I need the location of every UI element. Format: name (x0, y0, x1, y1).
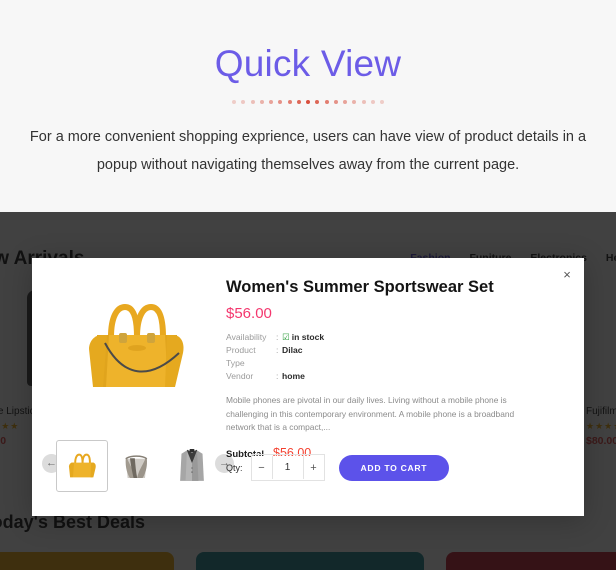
availability-text: in stock (291, 332, 325, 342)
quantity-stepper[interactable]: − + (250, 454, 325, 481)
divider-dot (315, 99, 320, 104)
divider-dot (287, 99, 292, 104)
thumbnail-yellow-handbag[interactable] (56, 440, 108, 492)
thumbnail-grey-tote-bag[interactable] (110, 440, 162, 492)
divider-dot (333, 99, 338, 104)
purchase-controls: Qty: − + ADD TO CART (226, 454, 450, 481)
quick-view-modal: × ← → Women's Summer Sportswear Set $56.… (32, 258, 584, 516)
meta-key: Vendor (226, 371, 254, 381)
meta-value: Dilac (282, 345, 303, 355)
divider-dot (361, 99, 366, 104)
checkbox-checked-icon: ☑ (282, 332, 290, 342)
meta-value: ☑ in stock (282, 331, 324, 344)
product-title: Women's Summer Sportswear Set (226, 278, 494, 296)
meta-value: home (282, 371, 305, 381)
add-to-cart-button[interactable]: ADD TO CART (338, 454, 450, 481)
meta-row-product-type: Product Type : Dilac (226, 344, 566, 370)
divider-dot (306, 99, 310, 104)
divider-dot (352, 99, 357, 104)
divider-dot (324, 99, 329, 104)
divider-dot (370, 99, 375, 104)
meta-key: Product Type (226, 345, 256, 368)
thumbnail-grey-blazer[interactable] (166, 440, 218, 492)
hero-image (42, 272, 228, 422)
divider-dot (241, 99, 246, 104)
divider-dot (232, 99, 236, 104)
meta-row-availability: Availability : ☑ in stock (226, 331, 566, 344)
product-info: Women's Summer Sportswear Set $56.00 Ava… (226, 276, 566, 460)
quantity-increment-button[interactable]: + (303, 456, 324, 479)
meta-row-vendor: Vendor : home (226, 370, 566, 383)
product-gallery: ← → (42, 272, 234, 502)
divider-dot (296, 99, 301, 104)
page-root: Quick View For a more convenient shoppin… (0, 0, 616, 570)
divider-dot (259, 99, 264, 104)
quantity-input[interactable] (271, 456, 304, 479)
intro-subtitle: For a more convenient shopping exprience… (29, 129, 587, 173)
divider-dot (278, 99, 283, 104)
dot-divider (232, 98, 384, 105)
quantity-label: Qty: (226, 462, 243, 473)
divider-dot (380, 99, 384, 104)
meta-key: Availability (226, 332, 267, 342)
divider-dot (250, 99, 255, 104)
intro-section: Quick View For a more convenient shoppin… (0, 0, 616, 212)
page-title: Quick View (214, 43, 402, 84)
quantity-decrement-button[interactable]: − (251, 456, 272, 479)
product-description: Mobile phones are pivotal in our daily l… (226, 395, 515, 432)
product-price: $56.00 (226, 305, 272, 322)
thumbnail-strip: ← → (42, 440, 234, 496)
divider-dot (343, 99, 347, 104)
product-meta: Availability : ☑ in stock Product Type : … (226, 331, 566, 383)
divider-dot (269, 99, 273, 104)
